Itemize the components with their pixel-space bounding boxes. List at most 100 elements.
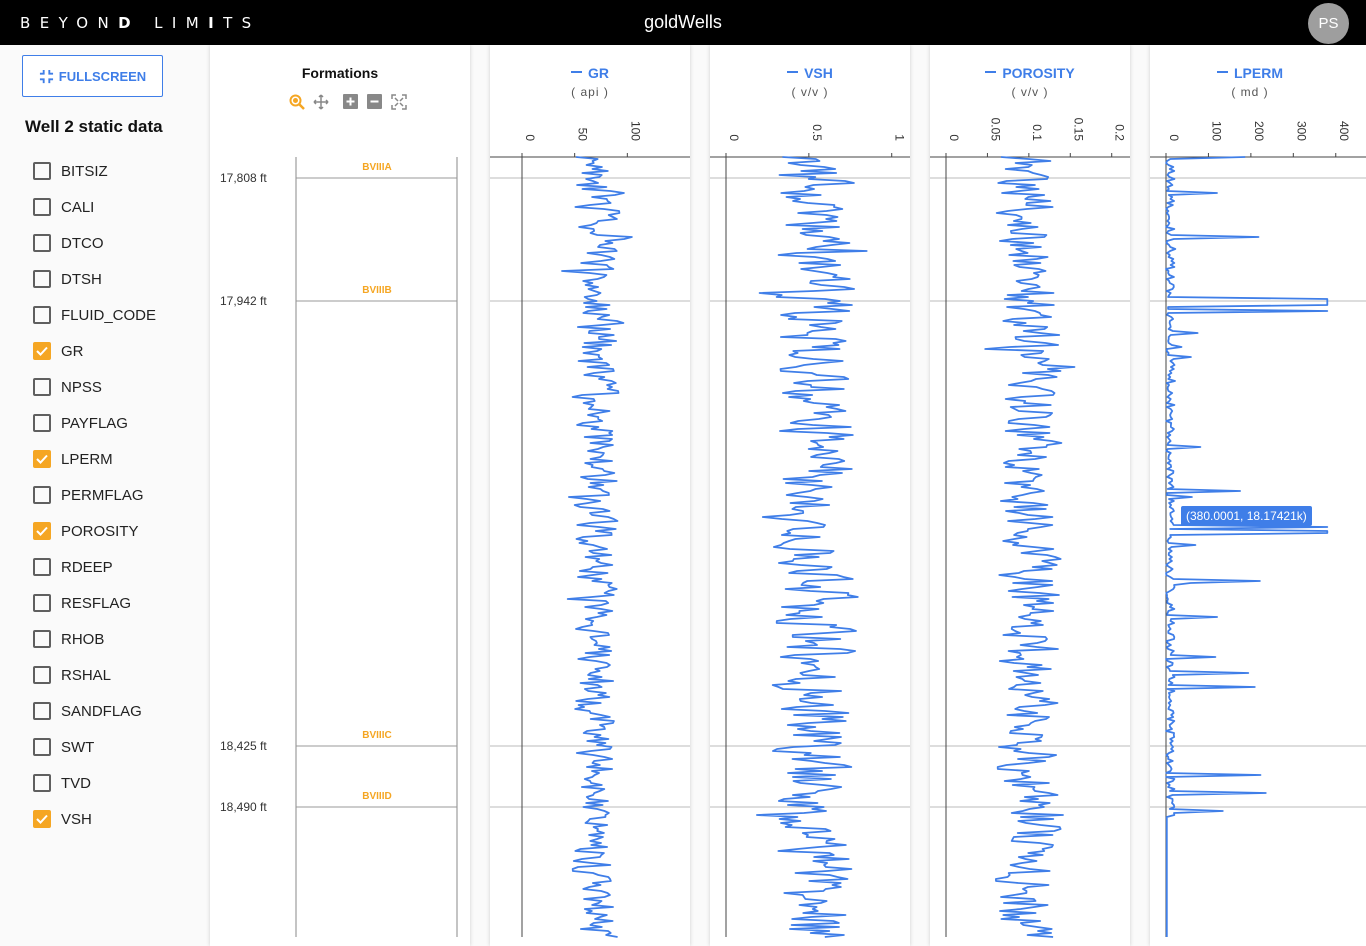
log-curve-porosity[interactable]: [984, 156, 1076, 938]
checkbox[interactable]: [33, 234, 51, 252]
axis-tick-label: 100: [628, 121, 642, 141]
curve-item-dtsh[interactable]: DTSH: [33, 261, 156, 297]
axis-tick-label: 0.1: [1030, 124, 1044, 141]
curve-item-permflag[interactable]: PERMFLAG: [33, 477, 156, 513]
depth-label: 17,942 ft: [220, 294, 267, 308]
curve-item-resflag[interactable]: RESFLAG: [33, 585, 156, 621]
curve-item-gr[interactable]: GR: [33, 333, 156, 369]
track-gr: GR ( api ) 0 50 100: [490, 45, 690, 946]
checkbox[interactable]: [33, 666, 51, 684]
depth-label: 18,490 ft: [220, 800, 267, 814]
axis-tick-label: 0: [947, 134, 961, 141]
checkbox[interactable]: [33, 702, 51, 720]
curve-label: POROSITY: [61, 522, 139, 540]
checkbox[interactable]: [33, 162, 51, 180]
gr-plot[interactable]: 0 50 100: [490, 45, 690, 946]
curve-item-rdeep[interactable]: RDEEP: [33, 549, 156, 585]
curve-label: RESFLAG: [61, 594, 132, 612]
axis-tick-label: 50: [576, 128, 590, 142]
curve-item-swt[interactable]: SWT: [33, 729, 156, 765]
check-icon: [36, 454, 48, 464]
axis-tick-label: 300: [1294, 121, 1308, 141]
checkbox[interactable]: [33, 558, 51, 576]
sidebar: FULLSCREEN Well 2 static data BITSIZ CALI…: [0, 45, 210, 946]
curve-label: RHOB: [61, 630, 105, 648]
check-icon: [36, 526, 48, 536]
curve-item-rshal[interactable]: RSHAL: [33, 657, 156, 693]
curve-label: DTCO: [61, 234, 104, 252]
depth-label: 18,425 ft: [220, 739, 267, 753]
checkbox[interactable]: [33, 270, 51, 288]
curve-item-rhob[interactable]: RHOB: [33, 621, 156, 657]
formation-name: BVIIIB: [362, 285, 391, 296]
axis-tick-label: 0: [523, 134, 537, 141]
track-vsh: VSH ( v/v ) 0 0.5 1: [710, 45, 910, 946]
axis-tick-label: 400: [1337, 121, 1351, 141]
curve-label: BITSIZ: [61, 162, 108, 180]
log-curve-lperm[interactable]: [1165, 156, 1329, 937]
axis-tick-label: 0: [727, 134, 741, 141]
curve-item-fluid_code[interactable]: FLUID_CODE: [33, 297, 156, 333]
checkbox[interactable]: [33, 486, 51, 504]
checkbox[interactable]: [33, 630, 51, 648]
checkbox-checked[interactable]: [33, 522, 51, 540]
checkbox-checked[interactable]: [33, 342, 51, 360]
vsh-plot[interactable]: 0 0.5 1: [710, 45, 910, 946]
track-lperm: LPERM ( md ) 0 100 200 300 400 (380.0001, 18…: [1150, 45, 1366, 946]
checkbox[interactable]: [33, 774, 51, 792]
axis-tick-label: 0.5: [810, 124, 824, 141]
fullscreen-label: FULLSCREEN: [58, 68, 147, 84]
axis-tick-label: 200: [1252, 121, 1266, 141]
curve-label: SANDFLAG: [61, 702, 142, 720]
curve-label: DTSH: [61, 270, 102, 288]
user-avatar[interactable]: PS: [1308, 3, 1349, 44]
track-porosity: POROSITY ( v/v ) 0 0.05 0.1 0.15 0.2: [930, 45, 1130, 946]
axis-tick-label: 0: [1167, 134, 1181, 141]
check-icon: [36, 346, 48, 356]
curve-label: SWT: [61, 738, 95, 756]
axis-tick-label: 0.2: [1113, 124, 1127, 141]
fullscreen-button[interactable]: FULLSCREEN: [22, 55, 163, 97]
curve-label: FLUID_CODE: [61, 306, 157, 324]
curve-label: CALI: [61, 198, 95, 216]
axis-tick-label: 1: [893, 134, 907, 141]
checkbox-checked[interactable]: [33, 810, 51, 828]
formations-plot[interactable]: BVIIIA 17,808 ft BVIIIB 17,942 ft BVIIIC 18,4…: [210, 45, 470, 946]
depth-label: 17,808 ft: [220, 171, 267, 185]
curve-item-porosity[interactable]: POROSITY: [33, 513, 156, 549]
log-curve-vsh[interactable]: [756, 156, 868, 938]
curve-label: RDEEP: [61, 558, 113, 576]
curve-item-tvd[interactable]: TVD: [33, 765, 156, 801]
curve-item-sandflag[interactable]: SANDFLAG: [33, 693, 156, 729]
curve-item-npss[interactable]: NPSS: [33, 369, 156, 405]
app-title: goldWells: [644, 12, 722, 32]
curve-list: BITSIZ CALI DTCO DTSH FLUID_CODE GR NPSS PAYFLA…: [33, 153, 156, 837]
checkbox[interactable]: [33, 594, 51, 612]
checkbox[interactable]: [33, 306, 51, 324]
formations-track: Formations BVIIIA 17,808 ft BVIIIB 17,942 f…: [210, 45, 470, 946]
curve-item-vsh[interactable]: VSH: [33, 801, 156, 837]
log-curve-gr[interactable]: [561, 156, 633, 938]
curve-label: PERMFLAG: [61, 486, 144, 504]
checkbox[interactable]: [33, 378, 51, 396]
curve-item-payflag[interactable]: PAYFLAG: [33, 405, 156, 441]
checkbox[interactable]: [33, 198, 51, 216]
curve-item-cali[interactable]: CALI: [33, 189, 156, 225]
curve-label: PAYFLAG: [61, 414, 128, 432]
curve-label: GR: [61, 342, 84, 360]
formation-name: BVIIID: [362, 791, 391, 802]
checkbox[interactable]: [33, 738, 51, 756]
checkbox-checked[interactable]: [33, 450, 51, 468]
porosity-plot[interactable]: 0 0.05 0.1 0.15 0.2: [930, 45, 1130, 946]
curve-label: RSHAL: [61, 666, 112, 684]
well-title: Well 2 static data: [25, 117, 163, 136]
check-icon: [36, 814, 48, 824]
lperm-plot[interactable]: 0 100 200 300 400: [1150, 45, 1366, 946]
curve-item-lperm[interactable]: LPERM: [33, 441, 156, 477]
curve-item-bitsiz[interactable]: BITSIZ: [33, 153, 156, 189]
curve-label: TVD: [61, 774, 91, 792]
formation-name: BVIIIA: [362, 162, 391, 173]
checkbox[interactable]: [33, 414, 51, 432]
axis-tick-label: 0.15: [1071, 118, 1085, 142]
curve-item-dtco[interactable]: DTCO: [33, 225, 156, 261]
